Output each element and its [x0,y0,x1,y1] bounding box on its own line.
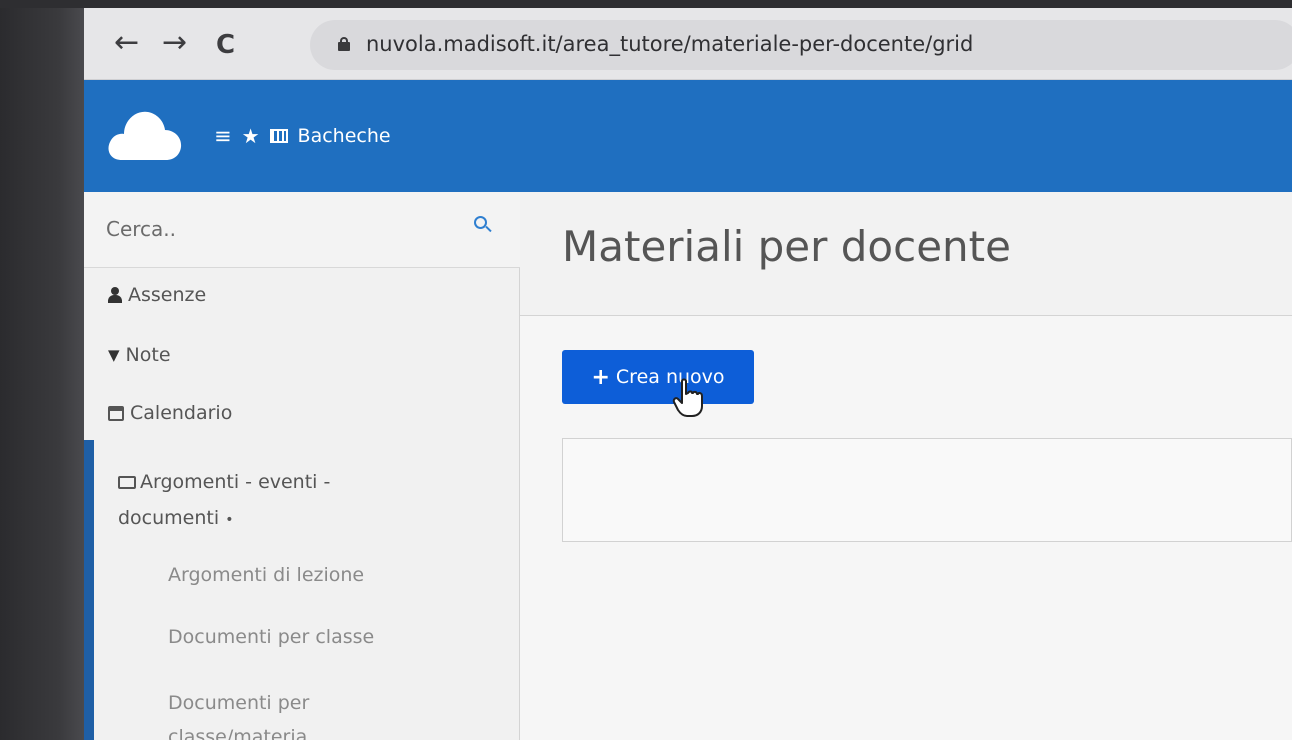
sidebar-active-edge [84,440,94,740]
sidebar-item-label: Assenze [128,284,207,306]
materials-grid-panel [562,438,1292,542]
page-title: Materiali per docente [562,222,1011,271]
app-header: ≡ ★ Bacheche [84,80,1292,192]
sidebar-item-note[interactable]: ▼ Note [108,344,171,366]
sidebar-item-argomenti[interactable]: Argomenti - eventi - documenti • [118,464,418,538]
sidebar-item-label: Note [125,344,171,366]
expand-caret-icon: • [225,512,234,528]
lock-icon [338,37,350,51]
back-arrow-icon[interactable]: ← [114,28,139,58]
sidebar-item-label: Calendario [130,402,233,424]
reload-icon[interactable]: C [216,30,235,60]
user-icon [108,287,122,303]
sidebar-subitem-documenti-per-classe-materia[interactable]: Documenti per classe/materia [168,686,428,740]
hand-pointer-cursor-icon [672,378,703,417]
search-icon[interactable] [474,216,492,234]
folder-open-icon [118,476,136,489]
calendar-icon [108,405,124,421]
forward-arrow-icon[interactable]: → [162,28,187,58]
cloud-logo-icon[interactable] [106,104,182,162]
create-new-label: Crea nuovo [615,366,725,388]
sidebar-subitem-documenti-per-classe[interactable]: Documenti per classe [168,626,374,648]
plus-icon: + [591,364,610,390]
star-icon[interactable]: ★ [242,124,260,148]
monitor-bezel [0,0,84,740]
browser-toolbar: ← → C nuvola.madisoft.it/area_tutore/mat… [84,8,1292,80]
sidebar-search [84,192,520,268]
monitor-bezel-top [0,0,1292,8]
url-text[interactable]: nuvola.madisoft.it/area_tutore/materiale… [366,32,973,56]
page-header: Materiali per docente [520,192,1292,316]
sidebar-item-assenze[interactable]: Assenze [108,284,206,306]
pin-icon: ▼ [108,346,120,364]
address-bar[interactable]: nuvola.madisoft.it/area_tutore/materiale… [310,20,1292,70]
sidebar-subitem-argomenti-di-lezione[interactable]: Argomenti di lezione [168,564,364,586]
sidebar-item-calendario[interactable]: Calendario [108,402,232,424]
boards-icon [269,129,288,143]
boards-link[interactable]: Bacheche [298,125,391,147]
sidebar: Assenze ▼ Note Calendario Argomenti - ev… [84,192,520,740]
header-tools: ≡ ★ Bacheche [214,124,391,148]
hamburger-menu-icon[interactable]: ≡ [214,124,232,148]
create-new-button[interactable]: + Crea nuovo [562,350,754,404]
main-content: Materiali per docente + Crea nuovo [520,192,1292,740]
search-input[interactable] [106,214,466,244]
